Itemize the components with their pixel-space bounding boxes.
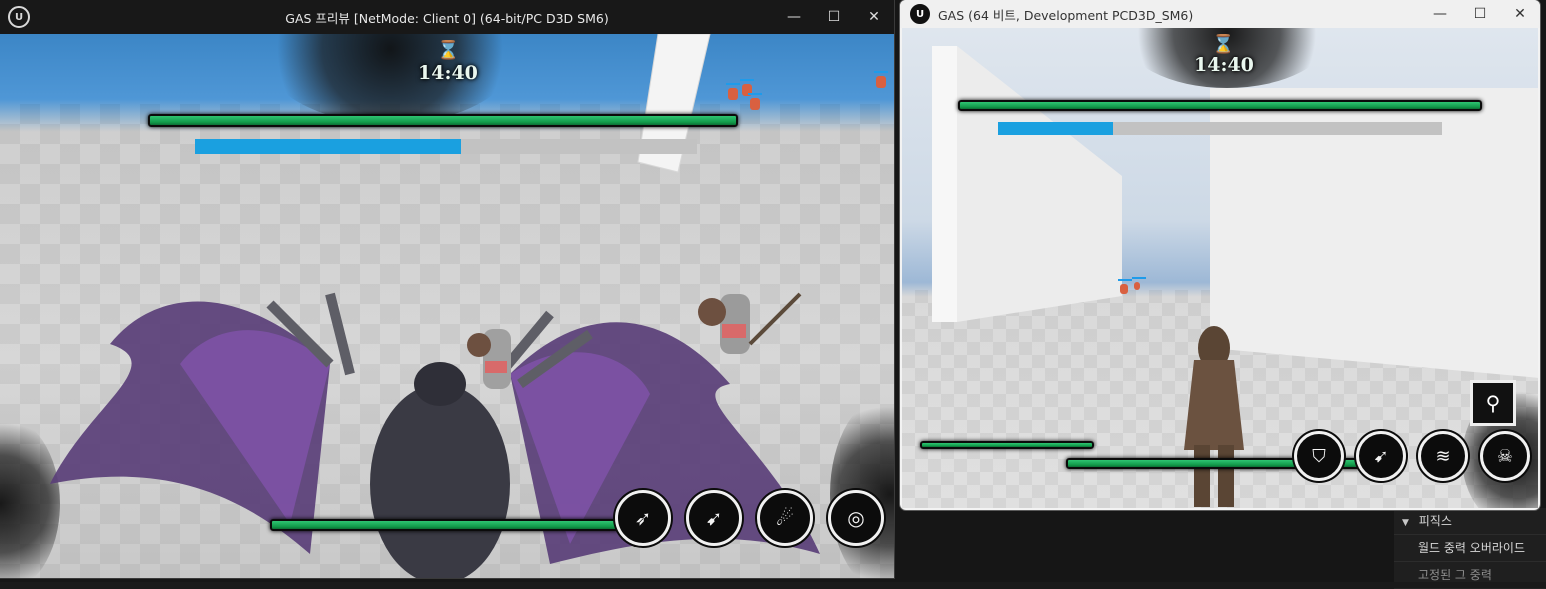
skill-arrow-volley-icon[interactable]: ➹: [1356, 431, 1406, 481]
minimize-button[interactable]: —: [774, 0, 814, 34]
skill-bar: ➶ ➹ ☄ ◎: [615, 490, 894, 546]
enemy-minion: [726, 83, 740, 100]
skill-feather-strike-icon[interactable]: ➹: [686, 490, 742, 546]
skill-claw-slash-icon[interactable]: ≋: [1418, 431, 1468, 481]
ue-logo-icon: U: [910, 4, 930, 24]
property-world-gravity-override[interactable]: 월드 중력 오버라이드: [1394, 535, 1546, 562]
window-title: GAS (64 비트, Development PCD3D_SM6): [938, 7, 1194, 23]
hooded-player-character: [1184, 326, 1244, 507]
enemy-minion: [1132, 277, 1146, 290]
ue-logo-icon: U: [8, 6, 30, 28]
game-window[interactable]: U GAS (64 비트, Development PCD3D_SM6) — ☐…: [900, 0, 1540, 510]
property-fixed-gravity[interactable]: 고정된 그 중력: [1394, 562, 1546, 589]
details-panel: ▼ 피직스 월드 중력 오버라이드 고정된 그 중력: [1394, 508, 1546, 589]
boss-health-bar: [958, 100, 1482, 111]
window-title: GAS 프리뷰 [NetMode: Client 0] (64-bit/PC D…: [285, 10, 609, 26]
skill-bar: ⛉ ➹ ≋ ☠: [1294, 431, 1538, 481]
boss-mana-bar-fill: [998, 122, 1114, 135]
category-physics[interactable]: ▼ 피직스: [1394, 508, 1546, 535]
title-bar[interactable]: U GAS (64 비트, Development PCD3D_SM6) — ☐…: [900, 0, 1540, 28]
game-viewport[interactable]: ⌛ 14:40 ➶ ➹ ☄ ◎: [0, 34, 894, 578]
hourglass-icon: ⌛: [437, 40, 460, 61]
collapse-triangle-icon[interactable]: ▼: [1402, 510, 1409, 536]
knight-enemy: [698, 292, 802, 354]
skill-vortex-icon[interactable]: ◎: [828, 490, 884, 546]
left-wall: [932, 46, 1122, 322]
skill-staff-icon[interactable]: ⚲: [1470, 380, 1516, 426]
ally-health-bar: [920, 441, 1094, 449]
boss-mana-bar-track: [195, 139, 697, 154]
match-timer: 14:40: [1194, 54, 1254, 76]
game-viewport[interactable]: ⌛ 14:40 ⚲ ⛉ ➹ ≋ ☠: [902, 28, 1538, 508]
boss-mana-bar-fill: [195, 139, 462, 154]
boss-health-bar: [148, 114, 738, 127]
knight-enemy: [467, 329, 511, 389]
skill-fireball-icon[interactable]: ☄: [757, 490, 813, 546]
minimize-button[interactable]: —: [1420, 0, 1460, 28]
enemy-minion: [874, 71, 888, 88]
close-button[interactable]: ✕: [854, 0, 894, 34]
skill-dash-icon[interactable]: ➶: [615, 490, 671, 546]
skill-shield-icon[interactable]: ⛉: [1294, 431, 1344, 481]
maximize-button[interactable]: ☐: [814, 0, 854, 34]
skill-skull-orb-icon[interactable]: ☠: [1480, 431, 1530, 481]
hourglass-icon: ⌛: [1212, 34, 1235, 55]
maximize-button[interactable]: ☐: [1460, 0, 1500, 28]
category-label: 피직스: [1418, 514, 1452, 528]
player-health-bar: [270, 519, 620, 531]
property-label: 고정된 그 중력: [1418, 568, 1492, 582]
match-timer: 14:40: [418, 62, 478, 84]
title-bar[interactable]: U GAS 프리뷰 [NetMode: Client 0] (64-bit/PC…: [0, 0, 894, 34]
preview-window-client0[interactable]: U GAS 프리뷰 [NetMode: Client 0] (64-bit/PC…: [0, 0, 894, 578]
property-label: 월드 중력 오버라이드: [1418, 541, 1525, 555]
enemy-minion: [748, 93, 762, 110]
close-button[interactable]: ✕: [1500, 0, 1540, 28]
window-controls: — ☐ ✕: [1420, 0, 1540, 28]
window-controls: — ☐ ✕: [774, 0, 894, 34]
boss-mana-bar-track: [998, 122, 1442, 135]
enemy-minion: [1118, 279, 1132, 294]
